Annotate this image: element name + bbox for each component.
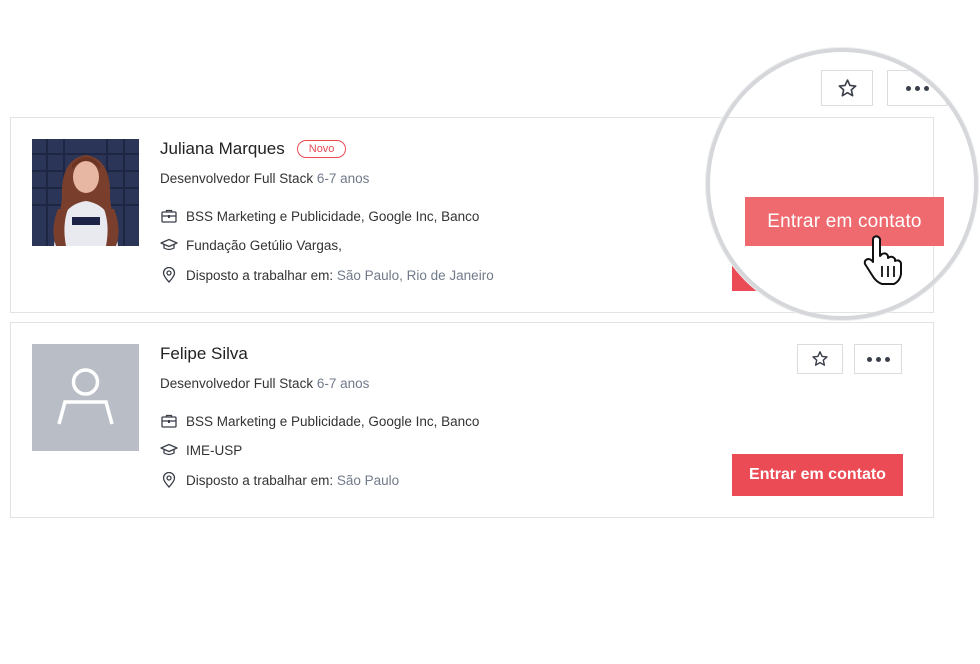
more-horizontal-icon bbox=[866, 356, 890, 362]
avatar bbox=[32, 139, 139, 246]
role-text: Desenvolvedor Full Stack bbox=[160, 376, 314, 391]
companies-text: BSS Marketing e Publicidade, Google Inc,… bbox=[186, 413, 480, 429]
star-outline-icon bbox=[812, 351, 828, 366]
candidate-name-text[interactable]: Juliana Marques bbox=[160, 139, 285, 158]
favorite-button-zoomed[interactable] bbox=[821, 70, 873, 106]
companies-text: BSS Marketing e Publicidade, Google Inc,… bbox=[186, 208, 480, 224]
companies-line: BSS Marketing e Publicidade, Google Inc,… bbox=[160, 207, 479, 225]
hand-pointer-icon bbox=[860, 234, 910, 291]
briefcase-icon bbox=[160, 412, 178, 430]
role-text: Desenvolvedor Full Stack bbox=[160, 171, 314, 186]
contact-button-label[interactable]: Entrar em contato bbox=[767, 211, 921, 233]
more-options-button[interactable] bbox=[854, 344, 902, 374]
experience-text: 6-7 anos bbox=[316, 376, 370, 391]
star-outline-icon bbox=[838, 78, 856, 97]
location-line: Disposto a trabalhar em: São Paulo bbox=[160, 471, 399, 489]
graduation-cap-icon bbox=[160, 441, 178, 459]
favorite-button[interactable] bbox=[797, 344, 843, 374]
location-cities: São Paulo, Rio de Janeiro bbox=[336, 267, 494, 283]
experience-text: 6-7 anos bbox=[316, 171, 370, 186]
candidate-role: Desenvolvedor Full Stack 6-7 anos bbox=[160, 171, 369, 186]
contact-button-label[interactable]: Entrar em contato bbox=[749, 466, 886, 484]
magnifier-overlay: Entrar em contato bbox=[706, 48, 978, 320]
education-line: IME-USP bbox=[160, 441, 242, 459]
education-text: Fundação Getúlio Vargas, bbox=[186, 237, 342, 253]
location-cities: São Paulo bbox=[336, 472, 400, 488]
education-line: Fundação Getúlio Vargas, bbox=[160, 236, 342, 254]
location-line: Disposto a trabalhar em: São Paulo, Rio … bbox=[160, 266, 494, 284]
graduation-cap-icon bbox=[160, 236, 178, 254]
candidate-name[interactable]: Juliana Marques Novo bbox=[160, 139, 347, 159]
more-options-button-zoomed[interactable] bbox=[887, 70, 947, 106]
avatar-placeholder bbox=[32, 344, 139, 451]
candidate-card[interactable]: Felipe Silva Desenvolvedor Full Stack 6-… bbox=[10, 322, 934, 518]
location-label: Disposto a trabalhar em: bbox=[186, 472, 334, 488]
contact-button-zoomed[interactable]: Entrar em contato bbox=[745, 197, 944, 246]
contact-button[interactable]: Entrar em contato bbox=[732, 454, 903, 496]
map-pin-icon bbox=[160, 471, 178, 489]
map-pin-icon bbox=[160, 266, 178, 284]
briefcase-icon bbox=[160, 207, 178, 225]
location-label: Disposto a trabalhar em: bbox=[186, 267, 334, 283]
placeholder-user-icon bbox=[32, 344, 139, 451]
education-text: IME-USP bbox=[186, 442, 243, 458]
more-horizontal-icon bbox=[905, 85, 929, 91]
companies-line: BSS Marketing e Publicidade, Google Inc,… bbox=[160, 412, 479, 430]
candidate-role: Desenvolvedor Full Stack 6-7 anos bbox=[160, 376, 369, 391]
candidate-name[interactable]: Felipe Silva bbox=[160, 344, 248, 364]
new-badge: Novo bbox=[296, 140, 347, 158]
